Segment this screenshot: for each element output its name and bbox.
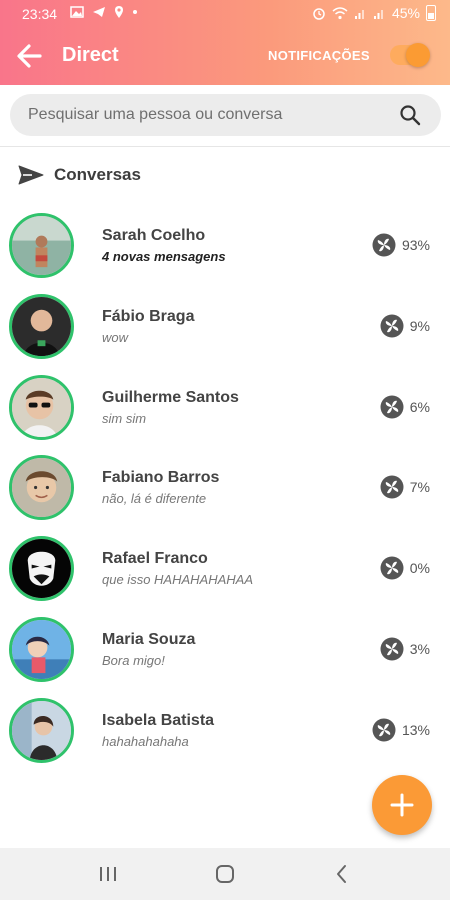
system-nav-bar [0, 848, 450, 900]
score-percent: 7% [409, 479, 430, 496]
avatar-photo [12, 619, 71, 679]
conversation-item[interactable]: Rafael Franco que isso HAHAHAHAHAA 0% [0, 530, 450, 611]
conversation-item[interactable]: Guilherme Santos sim sim 6% [0, 369, 450, 450]
avatar[interactable] [9, 536, 74, 602]
battery-percent: 45% [391, 5, 420, 21]
image-icon [70, 6, 84, 18]
avatar[interactable] [9, 455, 74, 521]
conversation-item[interactable]: Fábio Braga wow 9% [0, 288, 450, 369]
conversation-item[interactable]: Sarah Coelho 4 novas mensagens 93% [0, 207, 450, 288]
pinwheel-icon [372, 233, 396, 257]
avatar[interactable] [9, 213, 74, 278]
recent-apps-icon[interactable] [96, 862, 120, 886]
status-bar: 23:34 45% [0, 0, 450, 28]
search-icon[interactable] [399, 104, 421, 126]
match-score: 6% [380, 395, 430, 419]
conversation-list: Sarah Coelho 4 novas mensagens 93% Fábio… [0, 207, 450, 773]
score-percent: 6% [409, 398, 430, 415]
match-score: 93% [372, 233, 430, 257]
match-score: 13% [372, 718, 430, 742]
last-message: não, lá é diferente [102, 491, 207, 507]
last-message: hahahahahaha [102, 733, 189, 749]
avatar-photo [12, 296, 71, 356]
pinwheel-icon [372, 718, 396, 742]
score-percent: 9% [409, 317, 430, 334]
pinwheel-icon [380, 395, 404, 419]
search-section [0, 85, 450, 147]
avatar-photo [12, 377, 71, 437]
avatar[interactable] [9, 616, 74, 682]
system-icons: 45% [312, 5, 436, 21]
home-icon[interactable] [213, 862, 237, 886]
location-icon [115, 6, 123, 18]
avatar-photo [12, 216, 71, 275]
back-button[interactable] [14, 40, 46, 72]
pinwheel-icon [380, 314, 404, 338]
contact-name: Isabela Batista [102, 711, 215, 729]
last-message: sim sim [102, 410, 147, 426]
score-percent: 3% [409, 640, 430, 657]
app-header: 23:34 45% Direct NOTIFICAÇÕES [0, 0, 450, 85]
score-percent: 0% [409, 560, 430, 577]
match-score: 9% [380, 314, 430, 338]
avatar[interactable] [9, 374, 74, 440]
last-message: 4 novas mensagens [102, 249, 226, 264]
back-nav-icon[interactable] [330, 862, 354, 886]
new-conversation-button[interactable] [372, 775, 432, 835]
contact-name: Maria Souza [102, 630, 196, 648]
notifications-toggle[interactable] [390, 43, 430, 67]
avatar-photo [12, 539, 71, 599]
pinwheel-icon [380, 475, 404, 499]
plus-icon [390, 793, 414, 817]
conversations-header: Conversas [18, 162, 141, 188]
arrow-left-icon [17, 44, 42, 68]
conversation-item[interactable]: Maria Souza Bora migo! 3% [0, 611, 450, 692]
signal-icon [373, 9, 383, 19]
section-title: Conversas [54, 165, 141, 184]
match-score: 0% [380, 556, 430, 580]
telegram-icon [93, 7, 105, 17]
avatar[interactable] [9, 697, 74, 763]
app-bar: Direct NOTIFICAÇÕES [0, 30, 450, 82]
status-time: 23:34 [22, 6, 58, 22]
conversation-item[interactable]: Isabela Batista hahahahahaha 13% [0, 692, 450, 773]
dot-icon [133, 10, 137, 14]
signal-icon [354, 9, 364, 19]
avatar-photo [12, 458, 71, 518]
battery-icon [426, 5, 436, 21]
conversation-item[interactable]: Fabiano Barros não, lá é diferente 7% [0, 449, 450, 530]
match-score: 7% [380, 475, 430, 499]
last-message: wow [102, 329, 129, 345]
contact-name: Fabiano Barros [102, 469, 220, 487]
contact-name: Guilherme Santos [102, 388, 239, 406]
last-message: Bora migo! [102, 652, 165, 668]
score-percent: 93% [401, 237, 430, 253]
alarm-icon [313, 8, 325, 20]
pinwheel-icon [380, 637, 404, 661]
send-icon [18, 165, 44, 185]
avatar[interactable] [9, 293, 74, 359]
notification-icons [70, 5, 138, 19]
search-input[interactable] [28, 94, 388, 136]
toggle-knob [406, 43, 430, 67]
avatar-photo [12, 700, 71, 760]
contact-name: Sarah Coelho [102, 227, 206, 244]
notifications-label: NOTIFICAÇÕES [268, 48, 370, 63]
match-score: 3% [380, 637, 430, 661]
score-percent: 13% [401, 721, 430, 738]
search-bar[interactable] [10, 94, 441, 136]
last-message: que isso HAHAHAHAHAA [102, 572, 253, 588]
contact-name: Rafael Franco [102, 550, 208, 568]
contact-name: Fábio Braga [102, 307, 195, 325]
pinwheel-icon [380, 556, 404, 580]
page-title: Direct [62, 44, 119, 66]
wifi-icon [332, 6, 348, 19]
